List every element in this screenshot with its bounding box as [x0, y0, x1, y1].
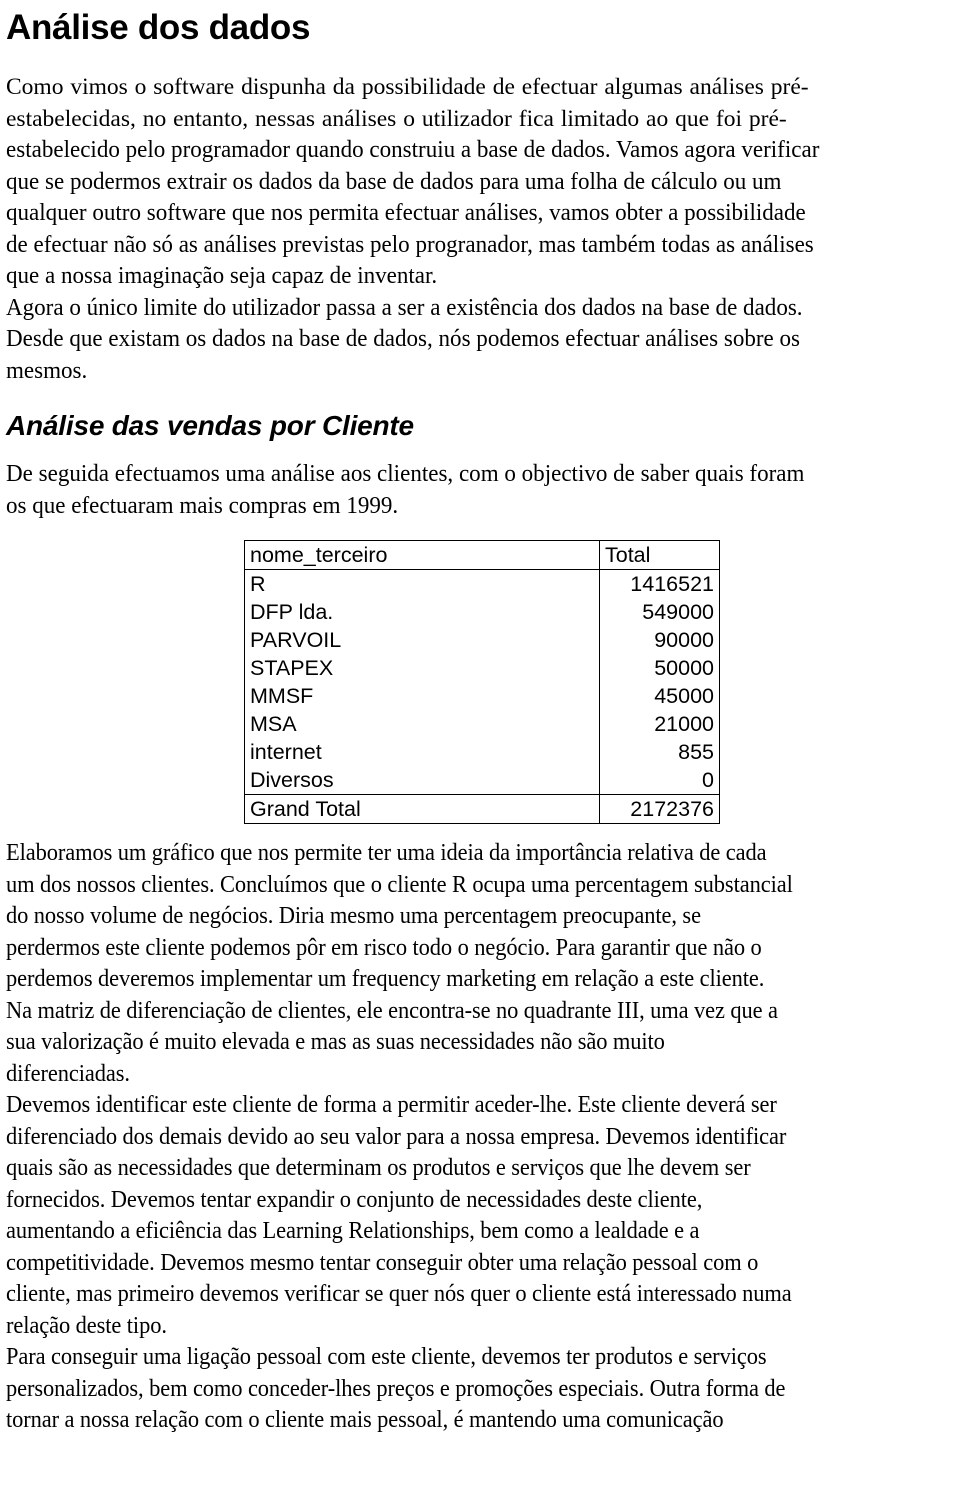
- column-header-nome-terceiro: nome_terceiro: [244, 540, 600, 570]
- text-line: Na matriz de diferenciação de clientes, …: [6, 997, 778, 1024]
- text-line: um dos nossos clientes. Concluímos que o…: [6, 871, 793, 898]
- text-line: personalizados, bem como conceder-lhes p…: [6, 1375, 786, 1402]
- text-line: relação deste tipo.: [6, 1312, 167, 1339]
- text-line: sua valorização é muito elevada e mas as…: [6, 1029, 665, 1055]
- page-title: Análise dos dados: [6, 8, 311, 47]
- text-line: aumentando a eficiência das Learning Rel…: [6, 1218, 700, 1244]
- text-line: de efectuar não só as análises previstas…: [6, 231, 814, 258]
- table-row: DFP lda. 549000: [245, 598, 720, 626]
- table-row: PARVOIL 90000: [245, 626, 720, 654]
- analysis-paragraph-3: Para conseguir uma ligação pessoal com e…: [6, 1342, 952, 1437]
- table-row: Diversos 0: [245, 766, 720, 795]
- section-heading-vendas-por-cliente: Análise das vendas por Cliente: [6, 410, 414, 441]
- text-line: fornecidos. Devemos tentar expandir o co…: [6, 1186, 703, 1213]
- cell-client-name: MSA: [250, 711, 297, 736]
- cell-client-total: 21000: [599, 710, 720, 738]
- intro-paragraph-part2: estabelecido pelo programador quando con…: [6, 135, 952, 387]
- text-line: do nosso volume de negócios. Diria mesmo…: [6, 903, 701, 929]
- page-content: Análise dos dados Como vimos o software …: [0, 0, 960, 1437]
- analysis-paragraph-2: Devemos identificar este cliente de form…: [6, 1090, 952, 1342]
- table-header: nome_terceiro Total: [244, 540, 720, 570]
- text-line: que a nossa imaginação seja capaz de inv…: [6, 263, 438, 289]
- text-line: De seguida efectuamos uma análise aos cl…: [6, 461, 805, 487]
- cell-grand-total-value: 2172376: [599, 794, 720, 824]
- analysis-paragraph-1: Elaboramos um gráfico que nos permite te…: [6, 838, 952, 1090]
- column-header-total: Total: [599, 540, 720, 570]
- text-line: mesmos.: [6, 357, 88, 384]
- text-line: cliente, mas primeiro devemos verificar …: [6, 1281, 792, 1307]
- text-line: tornar a nossa relação com o cliente mai…: [6, 1407, 724, 1433]
- table-row: internet 855: [245, 738, 720, 766]
- text-line: diferenciadas.: [6, 1060, 130, 1087]
- table-row-grand-total: Grand Total 2172376: [244, 794, 720, 824]
- text-line: Desde que existam os dados na base de da…: [6, 326, 801, 352]
- cell-client-name: internet: [250, 739, 322, 764]
- text-line: estabelecido pelo programador quando con…: [6, 137, 820, 163]
- text-line: estabelecidas, no entanto, nessas anális…: [6, 105, 787, 132]
- text-line: quais são as necessidades que determinam…: [6, 1155, 751, 1181]
- cell-client-name: Diversos: [250, 767, 334, 792]
- table-row: R 1416521: [245, 569, 720, 598]
- text-line: os que efectuaram mais compras em 1999.: [6, 492, 399, 519]
- cell-client-total: 90000: [599, 626, 720, 654]
- text-line: Elaboramos um gráfico que nos permite te…: [6, 840, 767, 866]
- cell-client-name: DFP lda.: [250, 599, 334, 624]
- cell-client-total: 0: [599, 766, 720, 795]
- pivot-table-container: nome_terceiro Total R 1416521 DFP lda. 5…: [6, 540, 952, 824]
- document-page: Análise dos dados Como vimos o software …: [0, 0, 960, 1493]
- text-line: Para conseguir uma ligação pessoal com e…: [6, 1344, 767, 1370]
- text-line: que se podermos extrair os dados da base…: [6, 168, 782, 195]
- cell-client-name: STAPEX: [250, 655, 334, 680]
- table-header-row: nome_terceiro Total: [244, 540, 720, 570]
- cell-client-total: 855: [599, 738, 720, 766]
- text-line: qualquer outro software que nos permita …: [6, 200, 806, 226]
- cell-client-name: MMSF: [250, 683, 314, 708]
- cell-client-total: 45000: [599, 682, 720, 710]
- cell-client-name: PARVOIL: [250, 627, 342, 652]
- cell-grand-total-label: Grand Total: [244, 794, 600, 824]
- text-line: Devemos identificar este cliente de form…: [6, 1092, 777, 1118]
- table-row: STAPEX 50000: [245, 654, 720, 682]
- text-line: competitividade. Devemos mesmo tentar co…: [6, 1249, 759, 1276]
- sales-by-client-table: nome_terceiro Total R 1416521 DFP lda. 5…: [244, 540, 720, 824]
- text-line: Agora o único limite do utilizador passa…: [6, 294, 803, 321]
- table-row: MMSF 45000: [245, 682, 720, 710]
- cell-client-total: 1416521: [599, 569, 720, 598]
- cell-client-total: 50000: [599, 654, 720, 682]
- table-body: R 1416521 DFP lda. 549000 PARVOIL 90000 …: [244, 569, 720, 824]
- text-line: diferenciado dos demais devido ao seu va…: [6, 1123, 787, 1150]
- text-line: Como vimos o software dispunha da possib…: [6, 74, 809, 100]
- cell-client-total: 549000: [599, 598, 720, 626]
- text-line: perdemos deveremos implementar um freque…: [6, 966, 765, 992]
- intro-paragraph-part1: Como vimos o software dispunha da possib…: [6, 72, 952, 135]
- table-row: MSA 21000: [245, 710, 720, 738]
- text-line: perdermos este cliente podemos pôr em ri…: [6, 934, 762, 961]
- cell-client-name: R: [250, 571, 266, 596]
- section-intro-paragraph: De seguida efectuamos uma análise aos cl…: [6, 459, 952, 522]
